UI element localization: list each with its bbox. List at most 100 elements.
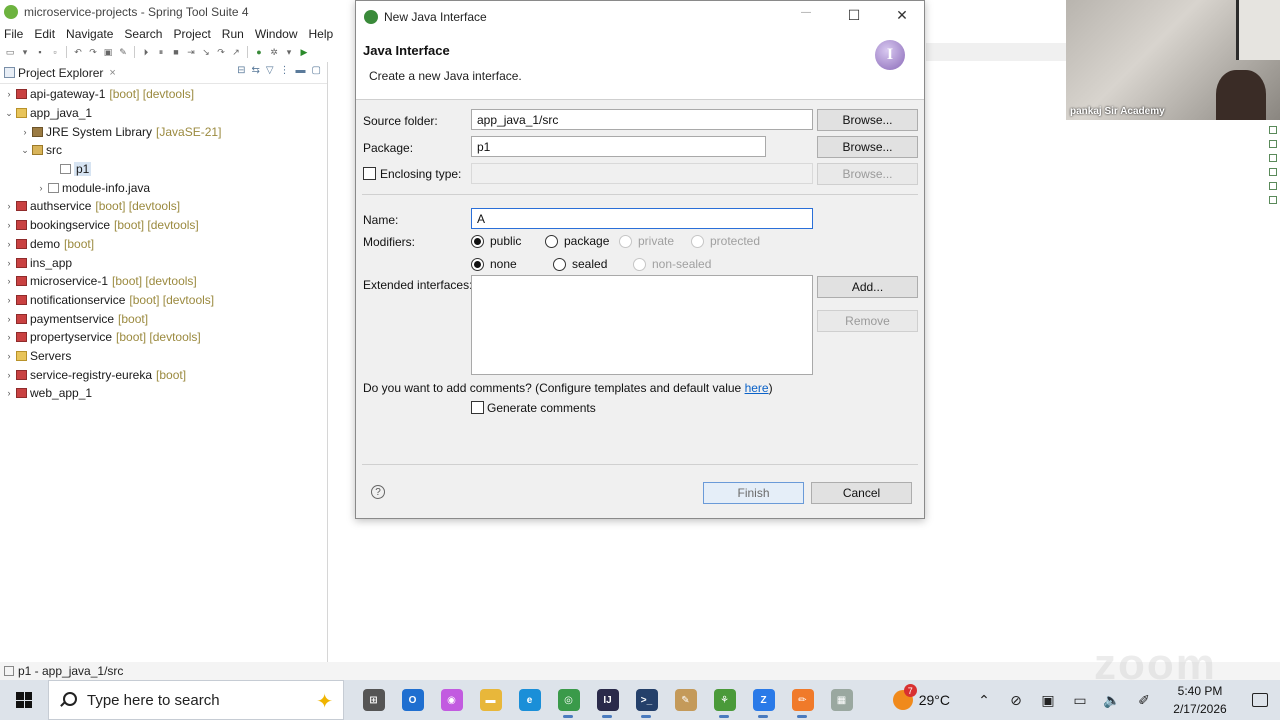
modifier-radio[interactable] (471, 257, 484, 271)
browse-package-button[interactable]: Browse... (817, 136, 918, 158)
taskbar-app[interactable]: O (393, 680, 432, 720)
disconnect-icon[interactable]: ⇥ (185, 46, 197, 58)
spring-symbols-icon[interactable] (1269, 154, 1277, 162)
menu-navigate[interactable]: Navigate (61, 27, 119, 41)
tree-item[interactable]: › module-info.java (0, 178, 327, 197)
pen-icon[interactable]: ✐ (1128, 692, 1160, 709)
chevron-right-icon[interactable]: › (36, 183, 46, 193)
save-icon[interactable]: ▪ (34, 46, 46, 58)
weather-widget[interactable]: 7 29°C (892, 684, 950, 710)
toggle-icon[interactable]: ✎ (117, 46, 129, 58)
tree-item[interactable]: › authservice [boot] [devtools] (0, 197, 327, 216)
meet-icon[interactable]: ▣ (1032, 692, 1064, 709)
name-input[interactable] (471, 208, 813, 229)
tree-item[interactable]: › propertyservice [boot] [devtools] (0, 328, 327, 347)
undo-icon[interactable]: ↶ (72, 46, 84, 58)
taskbar-app[interactable]: ◉ (432, 680, 471, 720)
view-menu-icon[interactable]: ⋮ (280, 65, 290, 76)
terminal-icon[interactable]: ▣ (102, 46, 114, 58)
taskbar-app[interactable]: ⚘ (705, 680, 744, 720)
stop-icon[interactable]: ■ (170, 46, 182, 58)
tree-item[interactable]: › ins_app (0, 253, 327, 272)
menu-project[interactable]: Project (168, 27, 216, 41)
browse-source-folder-button[interactable]: Browse... (817, 109, 918, 131)
tree-item[interactable]: › service-registry-eureka [boot] (0, 365, 327, 384)
taskbar-app[interactable]: ✏ (783, 680, 822, 720)
menu-file[interactable]: File (0, 27, 29, 41)
taskbar-app[interactable]: ▬ (471, 680, 510, 720)
tree-item[interactable]: › microservice-1 [boot] [devtools] (0, 272, 327, 291)
tree-item[interactable]: › api-gateway-1 [boot] [devtools] (0, 85, 327, 104)
step-return-icon[interactable]: ↗ (230, 46, 242, 58)
generate-comments-checkbox[interactable] (471, 401, 484, 414)
add-interface-button[interactable]: Add... (817, 276, 918, 298)
package-input[interactable] (471, 136, 766, 157)
dropdown-icon[interactable]: ▾ (19, 46, 31, 58)
menu-window[interactable]: Window (250, 27, 304, 41)
extended-interfaces-list[interactable] (471, 275, 813, 375)
volume-icon[interactable]: 🔈 (1096, 692, 1128, 709)
skip-icon[interactable]: ⏵ (140, 46, 152, 58)
cancel-button[interactable]: Cancel (811, 482, 912, 504)
tree-item[interactable]: p1 (0, 160, 327, 179)
chevron-up-icon[interactable]: ⌃ (968, 692, 1000, 709)
modifier-option-none[interactable]: none (471, 257, 517, 271)
new-icon[interactable]: ▭ (4, 46, 16, 58)
maximize-icon[interactable]: ▢ (312, 65, 321, 76)
menu-edit[interactable]: Edit (29, 27, 61, 41)
tree-item[interactable]: › JRE System Library [JavaSE-21] (0, 122, 327, 141)
chevron-down-icon[interactable]: ⌄ (20, 145, 30, 156)
filter-icon[interactable]: ▽ (266, 65, 274, 76)
modifier-radio[interactable] (553, 257, 566, 271)
tree-item[interactable]: › bookingservice [boot] [devtools] (0, 216, 327, 235)
chevron-right-icon[interactable]: › (20, 127, 30, 137)
taskbar-app[interactable]: Z (744, 680, 783, 720)
boot-dashboard-icon[interactable]: ● (253, 46, 265, 58)
finish-button[interactable]: Finish (703, 482, 804, 504)
save-all-icon[interactable]: ▫ (49, 46, 61, 58)
taskbar-app[interactable]: >_ (627, 680, 666, 720)
chevron-right-icon[interactable]: › (4, 89, 14, 99)
notifications-button[interactable] (1240, 693, 1280, 707)
task-list-icon[interactable] (1269, 140, 1277, 148)
chevron-right-icon[interactable]: › (4, 388, 14, 398)
step-over-icon[interactable]: ↷ (215, 46, 227, 58)
taskbar-app[interactable]: ▦ (822, 680, 861, 720)
menu-search[interactable]: Search (119, 27, 168, 41)
close-icon[interactable]: ✕ (892, 7, 912, 24)
clock[interactable]: 5:40 PM 2/17/2026 (1160, 682, 1240, 718)
minimize-icon[interactable]: — (796, 7, 816, 18)
redo-icon[interactable]: ↷ (87, 46, 99, 58)
chevron-right-icon[interactable]: › (4, 351, 14, 361)
start-button[interactable] (0, 680, 48, 720)
suspend-icon[interactable]: ⏸ (155, 46, 167, 58)
enclosing-type-checkbox[interactable] (363, 167, 376, 180)
chevron-down-icon[interactable]: ⌄ (4, 108, 14, 119)
taskbar-app[interactable]: e (510, 680, 549, 720)
chevron-right-icon[interactable]: › (4, 332, 14, 342)
chevron-right-icon[interactable]: › (4, 295, 14, 305)
run-icon[interactable]: ▶ (298, 46, 310, 58)
source-folder-input[interactable] (471, 109, 813, 130)
debug-dropdown-icon[interactable]: ▾ (283, 46, 295, 58)
taskbar-app[interactable]: IJ (588, 680, 627, 720)
modifier-radio[interactable] (471, 234, 484, 248)
outline-icon[interactable] (1269, 126, 1277, 134)
chevron-right-icon[interactable]: › (4, 314, 14, 324)
tree-item[interactable]: ⌄ src (0, 141, 327, 160)
taskbar-app[interactable]: ⊞ (354, 680, 393, 720)
antivirus-icon[interactable]: ⊘ (1000, 692, 1032, 709)
maximize-icon[interactable]: ☐ (844, 7, 864, 24)
chevron-right-icon[interactable]: › (4, 239, 14, 249)
collapse-all-icon[interactable]: ⊟ (237, 65, 245, 76)
help-icon[interactable]: ? (371, 485, 385, 499)
problems-icon[interactable] (1269, 196, 1277, 204)
step-into-icon[interactable]: ↘ (200, 46, 212, 58)
taskbar-app[interactable]: ✎ (666, 680, 705, 720)
chevron-right-icon[interactable]: › (4, 220, 14, 230)
tree-item[interactable]: › web_app_1 (0, 384, 327, 403)
modifier-option-package[interactable]: package (545, 234, 609, 248)
close-icon[interactable]: × (109, 67, 115, 79)
debug-icon[interactable]: ✲ (268, 46, 280, 58)
network-icon[interactable]: ▭ (1064, 692, 1096, 709)
